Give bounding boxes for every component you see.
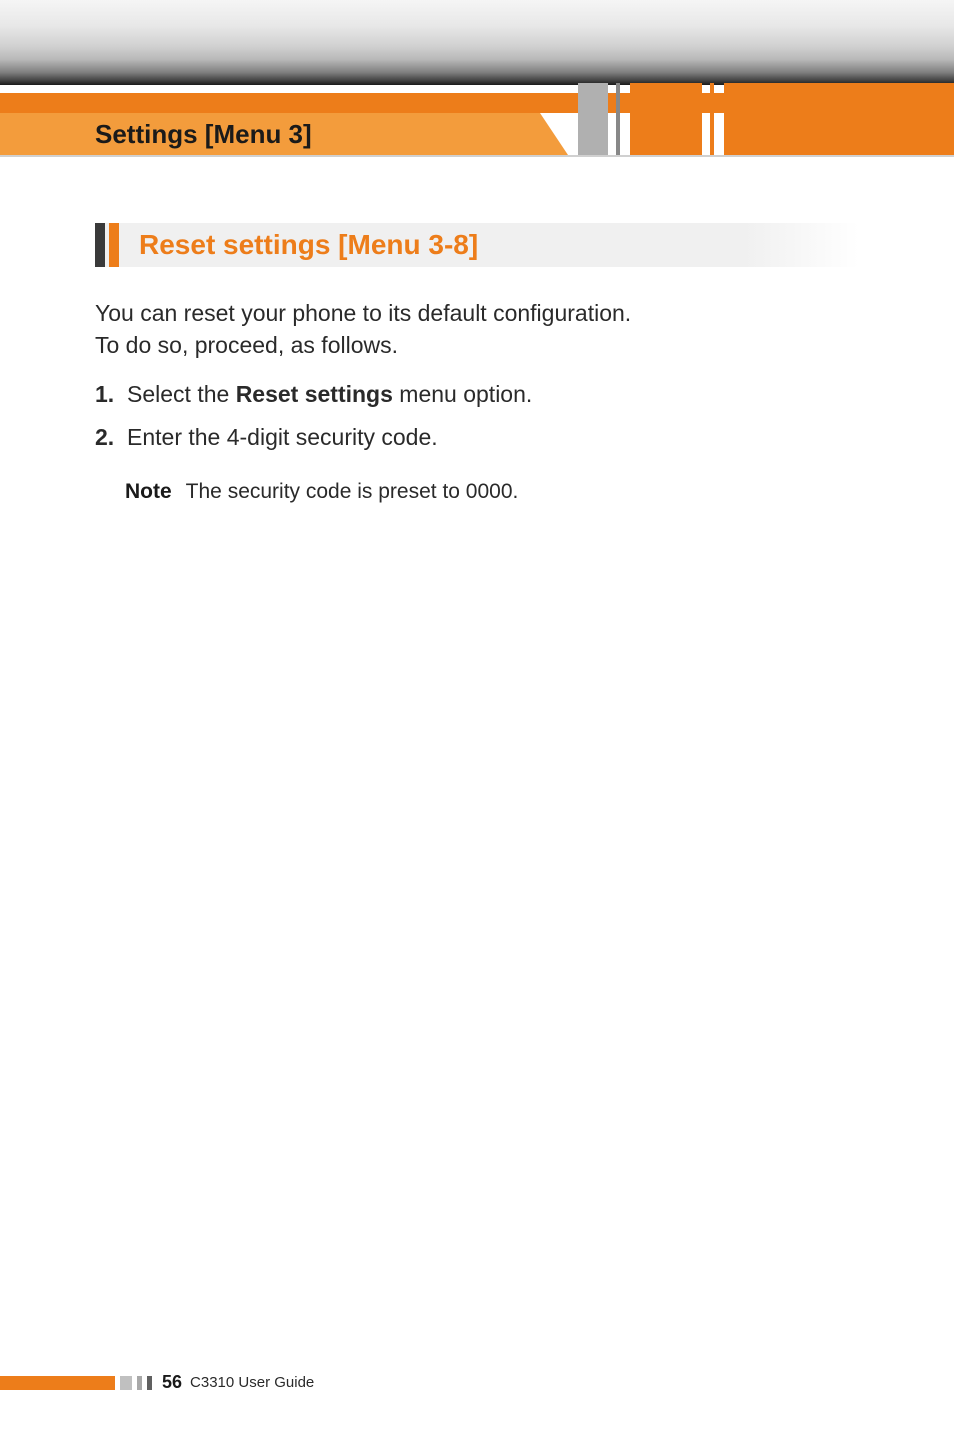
heading-marker-bar <box>95 223 105 267</box>
top-gradient-band <box>0 0 954 85</box>
footer-marker-icon <box>120 1376 132 1390</box>
note-row: Note The security code is preset to 0000… <box>95 480 859 504</box>
intro-line: You can reset your phone to its default … <box>95 300 631 326</box>
footer: 56 C3310 User Guide <box>0 1372 314 1393</box>
decoration-stripe <box>616 83 620 155</box>
decoration-stripe <box>710 83 714 155</box>
step-text-prefix: Select the <box>127 381 236 407</box>
step-text-prefix: Enter the 4-digit security code. <box>127 424 438 450</box>
decoration-stripe <box>578 83 608 155</box>
intro-paragraph: You can reset your phone to its default … <box>95 297 859 361</box>
heading-marker-icon <box>95 223 119 267</box>
decoration-stripe <box>724 83 954 155</box>
list-item: 2. Enter the 4-digit security code. <box>95 420 859 455</box>
header-underline <box>0 155 954 157</box>
breadcrumb-text: Settings [Menu 3] <box>95 119 312 150</box>
note-label: Note <box>125 480 172 504</box>
section-heading-text: Reset settings [Menu 3-8] <box>139 223 478 267</box>
heading-marker-bar <box>109 223 119 267</box>
step-number: 2. <box>95 420 127 455</box>
step-text: Select the Reset settings menu option. <box>127 377 532 412</box>
section-heading: Reset settings [Menu 3-8] <box>95 223 859 267</box>
header-section: Settings [Menu 3] <box>0 113 954 169</box>
footer-marker-icon <box>147 1376 152 1390</box>
step-text: Enter the 4-digit security code. <box>127 420 438 455</box>
content-area: Reset settings [Menu 3-8] You can reset … <box>0 169 954 504</box>
note-text: The security code is preset to 0000. <box>186 480 519 504</box>
breadcrumb-tab: Settings [Menu 3] <box>0 113 540 155</box>
step-number: 1. <box>95 377 127 412</box>
intro-line: To do so, proceed, as follows. <box>95 332 398 358</box>
footer-marker-icon <box>0 1376 115 1390</box>
step-text-suffix: menu option. <box>393 381 532 407</box>
header-decoration <box>578 83 954 155</box>
step-text-bold: Reset settings <box>236 381 393 407</box>
list-item: 1. Select the Reset settings menu option… <box>95 377 859 412</box>
decoration-stripe <box>630 83 702 155</box>
steps-list: 1. Select the Reset settings menu option… <box>95 377 859 454</box>
page-number: 56 <box>162 1372 182 1393</box>
guide-label: C3310 User Guide <box>190 1374 314 1391</box>
